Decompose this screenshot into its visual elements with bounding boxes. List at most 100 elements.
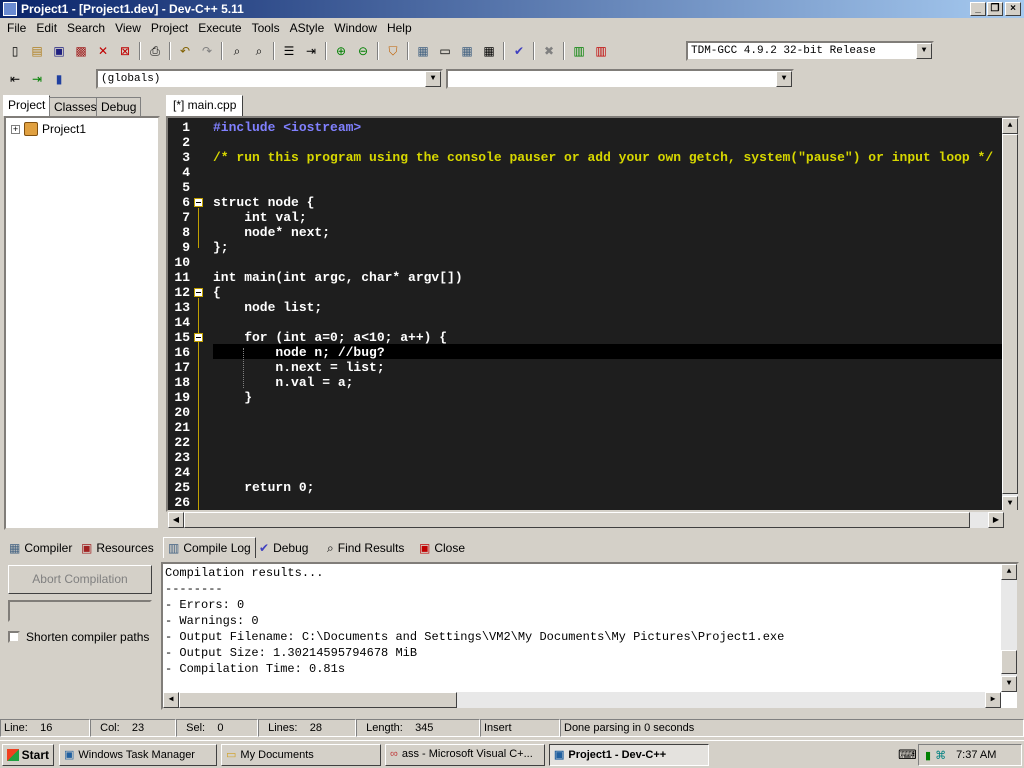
task-windows-task-manager[interactable]: ▣ Windows Task Manager [59,744,217,766]
code-line[interactable]: 23 [168,450,1006,465]
compiler-select[interactable]: TDM-GCC 4.9.2 32-bit Release ▼ [686,41,934,61]
menu-window[interactable]: Window [329,21,382,35]
stop-execution-icon[interactable]: ✖ [540,42,558,60]
start-button[interactable]: Start [2,744,54,766]
goto-declaration-icon[interactable]: ⇤ [6,70,24,88]
code-line[interactable]: 9}; [168,240,1006,255]
scroll-thumb[interactable] [184,512,970,528]
menu-execute[interactable]: Execute [193,21,246,35]
task-my-documents[interactable]: ▭ My Documents [221,744,381,766]
scroll-thumb[interactable] [179,692,457,708]
abort-compilation-button[interactable]: Abort Compilation [8,565,152,594]
chevron-down-icon[interactable]: ▼ [916,43,932,59]
fold-toggle-icon[interactable] [194,288,203,297]
chevron-down-icon[interactable]: ▼ [425,71,441,87]
menu-help[interactable]: Help [382,21,417,35]
delete-profile-icon[interactable]: ▥ [592,42,610,60]
project-options-icon[interactable]: ⛉ [384,42,402,60]
code-line[interactable]: 12 { [168,285,1006,300]
check-syntax-icon[interactable]: ✔ [510,42,528,60]
open-file-icon[interactable]: ▤ [28,42,46,60]
log-horizontal-scrollbar[interactable]: ◀ ▶ [163,692,1001,708]
minimize-button[interactable]: _ [970,2,986,16]
save-icon[interactable]: ▣ [50,42,68,60]
scroll-left-icon[interactable]: ◀ [168,512,184,528]
tab-classes[interactable]: Classes [49,97,102,117]
menu-file[interactable]: File [2,21,31,35]
editor-horizontal-scrollbar[interactable]: ◀ ▶ [168,512,1004,528]
editor-vertical-scrollbar[interactable]: ▲ ▼ [1002,118,1018,510]
goto-definition-icon[interactable]: ⇥ [28,70,46,88]
log-vertical-scrollbar[interactable]: ▲ ▼ [1001,564,1017,692]
code-line[interactable]: 1 #include <iostream> [168,120,1006,135]
code-line[interactable]: 13 node list; [168,300,1006,315]
print-icon[interactable]: ⎙ [146,42,164,60]
insert-icon[interactable]: ▮ [50,70,68,88]
close-all-icon[interactable]: ⊠ [116,42,134,60]
tray-app-icon[interactable]: ▮ [925,749,931,762]
tab-find-results[interactable]: ⌕ Find Results [322,537,409,558]
code-line[interactable]: 17 n.next = list; [168,360,1006,375]
code-line[interactable]: 8 node* next; [168,225,1006,240]
code-line[interactable]: 7 int val; [168,210,1006,225]
code-line[interactable]: 4 [168,165,1006,180]
rebuild-icon[interactable]: ▦ [480,42,498,60]
replace-icon[interactable]: ⌕ [250,42,268,60]
new-file-icon[interactable]: ▯ [6,42,24,60]
code-line[interactable]: 10 [168,255,1006,270]
tab-debug[interactable]: Debug [96,97,142,117]
network-icon[interactable]: ⌘ [935,749,946,762]
code-line[interactable]: 22 [168,435,1006,450]
indent-icon[interactable]: ☰ [280,42,298,60]
code-line[interactable]: 21 [168,420,1006,435]
code-line[interactable]: 5 [168,180,1006,195]
menu-edit[interactable]: Edit [31,21,62,35]
code-line[interactable]: 25 return 0; [168,480,1006,495]
compile-log-output[interactable]: Compilation results... -------- - Errors… [161,562,1019,710]
code-line[interactable]: 6 struct node { [168,195,1006,210]
editor-tab-main-cpp[interactable]: [*] main.cpp [166,95,244,116]
keyboard-icon[interactable]: ⌨ [898,747,917,763]
code-line[interactable]: 19 } [168,390,1006,405]
fold-toggle-icon[interactable] [194,198,203,207]
scroll-down-icon[interactable]: ▼ [1001,676,1017,692]
scroll-down-icon[interactable]: ▼ [1002,496,1018,510]
menu-astyle[interactable]: AStyle [285,21,330,35]
code-line[interactable]: 18 n.val = a; [168,375,1006,390]
menu-view[interactable]: View [110,21,146,35]
task-visual-cpp[interactable]: ∞ ass - Microsoft Visual C+... [385,744,545,766]
code-line[interactable]: 14 [168,315,1006,330]
code-line[interactable]: 2 [168,135,1006,150]
code-line[interactable]: 26 [168,495,1006,510]
scroll-right-icon[interactable]: ▶ [988,512,1004,528]
remove-from-project-icon[interactable]: ⊖ [354,42,372,60]
scroll-right-icon[interactable]: ▶ [985,692,1001,708]
task-dev-cpp[interactable]: ▣ Project1 - Dev-C++ [549,744,709,766]
code-line[interactable]: 20 [168,405,1006,420]
tab-compile-log[interactable]: ▥ Compile Log [163,537,256,558]
code-line[interactable]: 24 [168,465,1006,480]
tab-debug-bottom[interactable]: ✔ Debug [254,537,313,558]
menu-search[interactable]: Search [62,21,110,35]
close-window-button[interactable]: × [1005,2,1021,16]
member-select[interactable]: ▼ [446,69,794,89]
shorten-paths-checkbox[interactable] [8,631,20,643]
add-to-project-icon[interactable]: ⊕ [332,42,350,60]
scroll-left-icon[interactable]: ◀ [163,692,179,708]
code-line[interactable]: 3 /* run this program using the console p… [168,150,1006,165]
compile-run-icon[interactable]: ▦ [458,42,476,60]
tab-close[interactable]: ▣ Close [414,537,470,558]
tree-item-project1[interactable]: + Project1 [11,122,86,136]
clock[interactable]: 7:37 AM [956,749,996,761]
code-line[interactable]: 15 for (int a=0; a<10; a++) { [168,330,1006,345]
tab-project[interactable]: Project [3,95,51,116]
menu-tools[interactable]: Tools [247,21,285,35]
scroll-thumb[interactable] [1002,134,1018,494]
profile-icon[interactable]: ▥ [570,42,588,60]
redo-icon[interactable]: ↷ [198,42,216,60]
undo-icon[interactable]: ↶ [176,42,194,60]
tab-compiler[interactable]: ▦ Compiler [4,537,77,558]
expand-icon[interactable]: + [11,124,20,134]
run-icon[interactable]: ▭ [436,42,454,60]
maximize-button[interactable]: ❐ [987,2,1003,16]
